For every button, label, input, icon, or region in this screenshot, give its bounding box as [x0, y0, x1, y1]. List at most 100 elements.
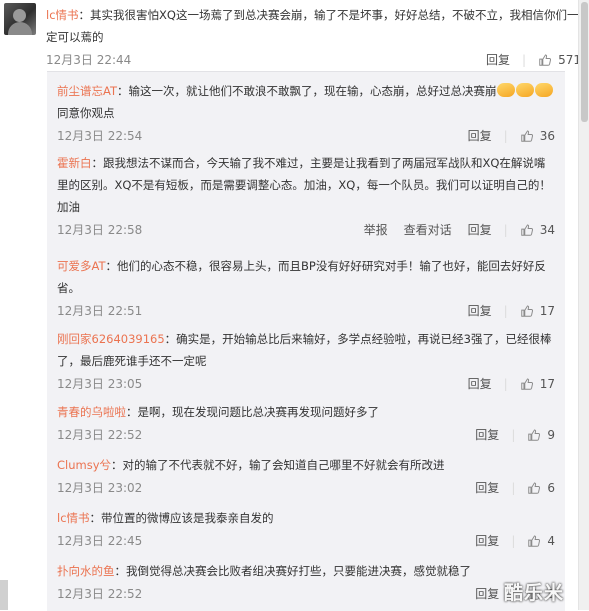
reply-item: lc情书：带位置的微博应该是我泰亲自发的 12月3日 22:45 回复 | 4 [57, 507, 555, 553]
reply-meta: 12月3日 22:51 回复 | 17 [57, 299, 555, 323]
reply-item: 霍新白：跟我想法不谋而合，今天输了我不难过，主要是让我看到了两届冠军战队和XQ在… [57, 152, 555, 242]
reply-text-suffix: 同意你观点 [57, 106, 115, 120]
reply-text: ：我倒觉得总决赛会比败者组决赛好打些，只要能进决赛，感觉就稳了 [114, 564, 472, 578]
thumbs-up-icon [528, 482, 541, 494]
reply-username[interactable]: 扑向水的鱼 [57, 564, 115, 578]
thumbs-up-icon [520, 130, 533, 142]
reply-like-button[interactable]: 17 [520, 373, 555, 395]
reply-item: 刚回家6264039165：确实是，开始输总比后来输好，多学点经验啦，再说已经3… [57, 328, 555, 396]
reply-like-count: 9 [547, 428, 555, 442]
reply-like-button[interactable]: 17 [520, 300, 555, 322]
handshake-emoji-icon [515, 83, 534, 97]
reply-button[interactable]: 回复 [475, 583, 499, 605]
reply-time: 12月3日 22:54 [57, 129, 143, 143]
separator: | [511, 534, 516, 548]
reply-username[interactable]: 可爱多AT [57, 259, 106, 273]
reply-time: 12月3日 22:45 [57, 534, 143, 548]
reply-like-count: 4 [547, 534, 555, 548]
reply-button[interactable]: 回复 [468, 125, 492, 147]
reply-like-button[interactable]: 4 [527, 530, 555, 552]
watermark-logo: 酷乐米 [504, 582, 565, 604]
reply-like-count: 17 [539, 304, 555, 318]
reply-body: 扑向水的鱼：我倒觉得总决赛会比败者组决赛好打些，只要能进决赛，感觉就稳了 [57, 560, 555, 582]
reply-time: 12月3日 22:58 [57, 223, 143, 237]
reply-like-button[interactable]: 36 [520, 125, 555, 147]
reply-username[interactable]: lc情书 [57, 511, 90, 525]
main-comment-username[interactable]: lc情书 [46, 8, 79, 22]
reply-item: 前尘谱忘AT：输这一次，就让他们不敢浪不敢飘了，现在输，心态崩，总好过总决赛崩同… [57, 80, 555, 148]
reply-button[interactable]: 回复 [468, 300, 492, 322]
reply-text: ：输这一次，就让他们不敢浪不敢飘了，现在输，心态崩，总好过总决赛崩 [117, 84, 497, 98]
reply-time: 12月3日 22:52 [57, 587, 143, 601]
reply-time: 12月3日 23:05 [57, 377, 143, 391]
reply-like-count: 6 [547, 481, 555, 495]
reply-item: 扑向水的鱼：我倒觉得总决赛会比败者组决赛好打些，只要能进决赛，感觉就稳了 12月3… [57, 560, 555, 606]
reply-username[interactable]: Clumsy兮 [57, 458, 111, 472]
reply-username[interactable]: 刚回家6264039165 [57, 332, 165, 346]
main-comment-text: ：其实我很害怕XQ这一场蔫了到总决赛会崩，输了不是坏事，好好总结，不破不立，我相… [46, 8, 579, 44]
reply-body: 刚回家6264039165：确实是，开始输总比后来输好，多学点经验啦，再说已经3… [57, 328, 555, 372]
scrollbar-thumb[interactable] [581, 2, 588, 122]
reply-username[interactable]: 青春的乌啦啦 [57, 405, 126, 419]
reply-meta: 12月3日 22:45 回复 | 4 [57, 529, 555, 553]
reply-meta: 12月3日 22:54 回复 | 36 [57, 124, 555, 148]
reply-item: 青春的乌啦啦：是啊，现在发现问题比总决赛再发现问题好多了 12月3日 22:52 回… [57, 401, 555, 447]
reply-button[interactable]: 回复 [475, 477, 499, 499]
reply-item: 可爱多AT：他们的心态不稳，很容易上头，而且BP没有好好研究对手！输了也好，能回… [57, 255, 555, 323]
thumbs-up-icon [539, 54, 552, 66]
main-comment-body: lc情书：其实我很害怕XQ这一场蔫了到总决赛会崩，输了不是坏事，好好总结，不破不… [46, 4, 581, 48]
reply-body: 前尘谱忘AT：输这一次，就让他们不敢浪不敢飘了，现在输，心态崩，总好过总决赛崩同… [57, 80, 555, 124]
separator: | [511, 428, 516, 442]
reply-meta: 12月3日 23:02 回复 | 6 [57, 476, 555, 500]
main-comment: lc情书：其实我很害怕XQ这一场蔫了到总决赛会崩，输了不是坏事，好好总结，不破不… [46, 4, 581, 72]
reply-button[interactable]: 回复 [468, 373, 492, 395]
handshake-emoji-icon [496, 83, 515, 97]
reply-like-button[interactable]: 6 [527, 477, 555, 499]
reply-meta: 12月3日 22:52 回复 | 5 [57, 582, 555, 606]
reply-username[interactable]: 霍新白 [57, 156, 92, 170]
reply-list: 前尘谱忘AT：输这一次，就让他们不敢浪不敢飘了，现在输，心态崩，总好过总决赛崩同… [47, 71, 565, 611]
reply-text: ：是啊，现在发现问题比总决赛再发现问题好多了 [126, 405, 379, 419]
main-comment-time: 12月3日 22:44 [46, 53, 132, 67]
reply-time: 12月3日 22:51 [57, 304, 143, 318]
reply-username[interactable]: 前尘谱忘AT [57, 84, 117, 98]
thumbs-up-icon [520, 224, 533, 236]
separator: | [511, 481, 516, 495]
reply-time: 12月3日 22:52 [57, 428, 143, 442]
main-comment-like-button[interactable]: 571 [538, 49, 581, 71]
reply-item: Clumsy兮：对的输了不代表就不好，输了会知道自己哪里不好就会有所改进 12月3… [57, 454, 555, 500]
reply-text: ：他们的心态不稳，很容易上头，而且BP没有好好研究对手！输了也好，能回去好好反省… [57, 259, 546, 295]
reply-meta: 12月3日 22:58 举报 查看对话 回复 | 34 [57, 218, 555, 242]
reply-like-button[interactable]: 34 [520, 219, 555, 241]
reply-meta: 12月3日 22:52 回复 | 9 [57, 423, 555, 447]
left-edge-strip [0, 580, 8, 610]
thumbs-up-icon [520, 378, 533, 390]
reply-body: 青春的乌啦啦：是啊，现在发现问题比总决赛再发现问题好多了 [57, 401, 555, 423]
thumbs-up-icon [528, 429, 541, 441]
avatar-figure [13, 9, 26, 22]
report-button[interactable]: 举报 [364, 219, 388, 241]
reply-body: Clumsy兮：对的输了不代表就不好，输了会知道自己哪里不好就会有所改进 [57, 454, 555, 476]
main-comment-reply-button[interactable]: 回复 [486, 49, 510, 71]
reply-meta: 12月3日 23:05 回复 | 17 [57, 372, 555, 396]
separator: | [503, 377, 508, 391]
reply-time: 12月3日 23:02 [57, 481, 143, 495]
avatar[interactable] [4, 3, 36, 35]
reply-text: ：带位置的微博应该是我泰亲自发的 [89, 511, 274, 525]
separator: | [522, 53, 527, 67]
reply-like-count: 36 [539, 129, 555, 143]
reply-like-count: 17 [539, 377, 555, 391]
reply-text: ：跟我想法不谋而合，今天输了我不难过，主要是让我看到了两届冠军战队和XQ在解说嘴… [57, 156, 551, 214]
thumbs-up-icon [528, 535, 541, 547]
reply-like-count: 34 [539, 223, 555, 237]
reply-body: lc情书：带位置的微博应该是我泰亲自发的 [57, 507, 555, 529]
reply-body: 霍新白：跟我想法不谋而合，今天输了我不难过，主要是让我看到了两届冠军战队和XQ在… [57, 152, 555, 218]
scrollbar[interactable] [578, 0, 589, 610]
reply-like-button[interactable]: 9 [527, 424, 555, 446]
handshake-emoji-icon [534, 83, 553, 97]
reply-button[interactable]: 回复 [475, 530, 499, 552]
thumbs-up-icon [520, 305, 533, 317]
reply-button[interactable]: 回复 [475, 424, 499, 446]
reply-button[interactable]: 回复 [468, 219, 492, 241]
view-conversation-button[interactable]: 查看对话 [404, 219, 452, 241]
